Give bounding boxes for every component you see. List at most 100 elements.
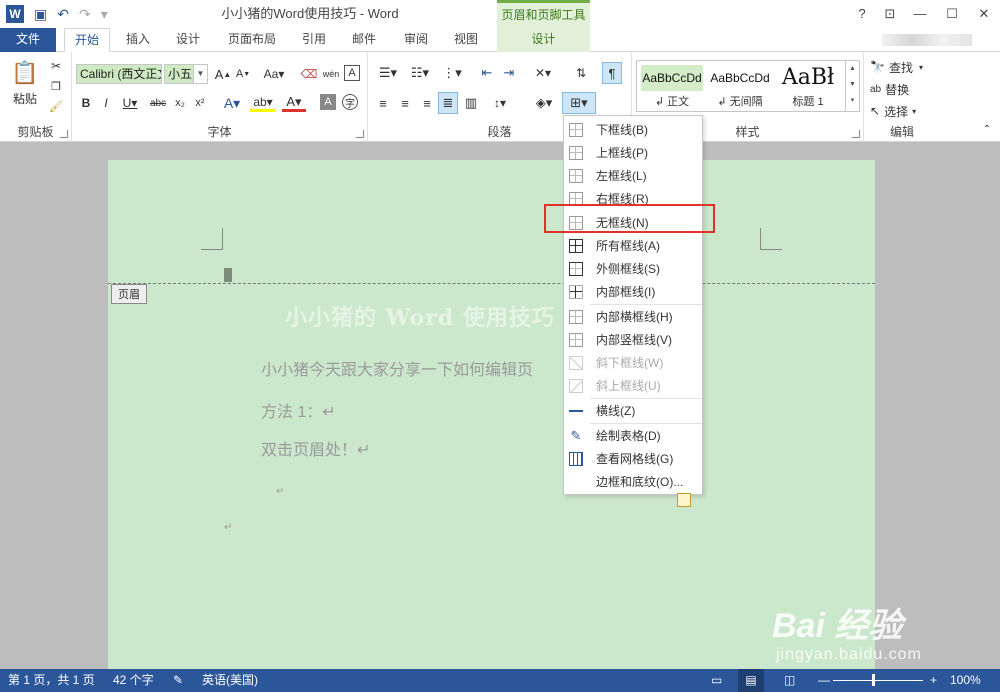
paste-button[interactable]: 粘贴 (8, 90, 42, 106)
minimize-button[interactable]: — (904, 0, 936, 28)
font-launcher-icon[interactable] (356, 130, 364, 138)
menu-item-all-borders[interactable]: 所有框线(A) (564, 234, 702, 257)
proofing-icon[interactable]: ✎ (173, 669, 183, 692)
language-indicator[interactable]: 英语(美国) (202, 669, 258, 692)
select-label: 选择 (884, 104, 909, 119)
tab-design[interactable]: 设计 (168, 28, 208, 52)
menu-item-inside-vertical[interactable]: 内部竖框线(V) (564, 328, 702, 351)
tab-view[interactable]: 视图 (448, 28, 484, 52)
align-left-icon[interactable]: ≡ (374, 94, 392, 112)
page-count[interactable]: 第 1 页，共 1 页 (8, 669, 95, 692)
phonetic-guide-icon[interactable]: wén (322, 65, 340, 83)
tab-review[interactable]: 审阅 (398, 28, 434, 52)
borders-dropdown-button[interactable]: ⊞▾ (562, 92, 596, 114)
shrink-font-icon[interactable]: A ▼ (234, 65, 252, 83)
decrease-indent-icon[interactable]: ⇤ (478, 64, 496, 82)
tab-references[interactable]: 引用 (296, 28, 332, 52)
print-layout-icon[interactable]: ▤ (738, 669, 764, 692)
maximize-button[interactable]: ☐ (936, 0, 968, 28)
underline-button[interactable]: U▾ (118, 94, 142, 112)
justify-icon[interactable]: ≣ (438, 92, 458, 114)
italic-button[interactable]: I (98, 94, 114, 112)
menu-item-left-border[interactable]: 左框线(L) (564, 164, 702, 187)
account-area[interactable] (882, 34, 972, 46)
character-shading-icon[interactable]: A (320, 94, 336, 110)
menu-item-draw-table[interactable]: ✎ 绘制表格(D) (564, 424, 702, 447)
tab-header-footer-design[interactable]: 设计 (497, 28, 590, 52)
shading-icon[interactable]: ◈▾ (530, 94, 558, 112)
numbering-icon[interactable]: ☷▾ (406, 64, 434, 82)
tab-home[interactable]: 开始 (64, 28, 110, 52)
menu-item-horizontal-line[interactable]: 横线(Z) (564, 399, 702, 422)
menu-item-outside-borders[interactable]: 外侧框线(S) (564, 257, 702, 280)
ribbon-display-button[interactable]: ⊡ (876, 0, 904, 28)
menu-item-bottom-border[interactable]: 下框线(B) (564, 118, 702, 141)
style-no-spacing[interactable]: AaBbCcDd ↲ 无间隔 (707, 63, 773, 109)
change-case-icon[interactable]: Aa▾ (260, 65, 288, 83)
menu-item-top-border[interactable]: 上框线(P) (564, 141, 702, 164)
bold-button[interactable]: B (78, 94, 94, 112)
inside-borders-icon (569, 284, 583, 299)
tab-layout[interactable]: 页面布局 (222, 28, 282, 52)
font-size-dropdown[interactable]: ▼ (194, 64, 208, 84)
zoom-level[interactable]: 100% (950, 669, 981, 692)
tab-mailings[interactable]: 邮件 (346, 28, 382, 52)
zoom-slider[interactable] (833, 680, 923, 681)
menu-item-inside-horizontal[interactable]: 内部横框线(H) (564, 305, 702, 328)
copy-icon[interactable]: ❐ (48, 78, 64, 94)
text-effects-icon[interactable]: A▾ (220, 94, 244, 112)
zoom-slider-thumb[interactable] (872, 674, 875, 686)
superscript-button[interactable]: x² (192, 94, 208, 112)
bullets-icon[interactable]: ☰▾ (374, 64, 402, 82)
tab-insert[interactable]: 插入 (118, 28, 158, 52)
zoom-in-button[interactable]: + (930, 669, 937, 692)
styles-gallery-scroll[interactable]: ▲ ▼ ▾ (845, 61, 859, 111)
distributed-icon[interactable]: ▥ (462, 94, 480, 112)
group-editing: 🔭 查找 ▾ ab 替换 ↖ 选择 ▾ 编辑 (864, 52, 940, 142)
menu-item-label: 绘制表格(D) (596, 429, 661, 443)
increase-indent-icon[interactable]: ⇥ (500, 64, 518, 82)
character-border-icon[interactable]: A (344, 65, 360, 81)
sort-icon[interactable]: ⇅ (572, 64, 590, 82)
outside-borders-icon (569, 261, 583, 276)
styles-launcher-icon[interactable] (852, 130, 860, 138)
line-spacing-icon[interactable]: ↕▾ (486, 94, 514, 112)
multilevel-list-icon[interactable]: ⋮▾ (438, 64, 466, 82)
show-marks-icon[interactable]: ¶ (602, 62, 622, 84)
clear-formatting-icon[interactable]: ⌫ (300, 65, 318, 83)
document-page[interactable]: 页眉 小小猪的 Word 使用技巧 小小猪今天跟大家分享一下如何编辑页 方法 1… (108, 160, 875, 680)
tab-file[interactable]: 文件 (0, 28, 56, 52)
paragraph-mark: ↵ (224, 522, 233, 533)
menu-item-borders-and-shading[interactable]: 边框和底纹(O)... (564, 470, 702, 507)
highlight-color-icon[interactable]: ab▾ (250, 94, 276, 112)
grow-font-icon[interactable]: A ▲ (214, 65, 232, 83)
read-mode-icon[interactable]: ▭ (711, 669, 722, 692)
font-name-box[interactable]: Calibri (西文正文) (76, 64, 162, 84)
chinese-layout-icon[interactable]: ✕▾ (530, 64, 556, 82)
menu-item-view-gridlines[interactable]: 查看网格线(G) (564, 447, 702, 470)
style-normal[interactable]: AaBbCcDd ↲ 正文 (639, 63, 705, 109)
font-color-icon[interactable]: A▾ (282, 94, 306, 112)
menu-item-inside-borders[interactable]: 内部框线(I) (564, 280, 702, 303)
font-size-box[interactable]: 小五 (164, 64, 194, 84)
align-center-icon[interactable]: ≡ (396, 94, 414, 112)
align-right-icon[interactable]: ≡ (418, 94, 436, 112)
collapse-ribbon-icon[interactable]: ⌃ (980, 122, 994, 136)
close-button[interactable]: ✕ (968, 0, 1000, 28)
web-layout-icon[interactable]: ◫ (784, 669, 795, 692)
zoom-out-button[interactable]: — (818, 669, 830, 692)
paste-icon[interactable]: 📋 (8, 58, 42, 88)
select-button[interactable]: ↖ 选择 ▾ (870, 102, 936, 120)
enclose-characters-icon[interactable]: 字 (342, 94, 358, 110)
help-button[interactable]: ? (848, 0, 876, 28)
replace-button[interactable]: ab 替换 (870, 80, 936, 98)
menu-item-label: 所有框线(A) (596, 239, 660, 253)
cut-icon[interactable]: ✂ (48, 58, 64, 74)
subscript-button[interactable]: x₂ (172, 94, 188, 112)
strikethrough-button[interactable]: abc (148, 94, 168, 112)
find-button[interactable]: 🔭 查找 ▾ (870, 58, 936, 76)
format-painter-icon[interactable]: 🖌 (48, 98, 64, 114)
clipboard-launcher-icon[interactable] (60, 130, 68, 138)
style-heading-1[interactable]: AaBł 标题 1 (775, 63, 841, 109)
word-count[interactable]: 42 个字 (113, 669, 154, 692)
